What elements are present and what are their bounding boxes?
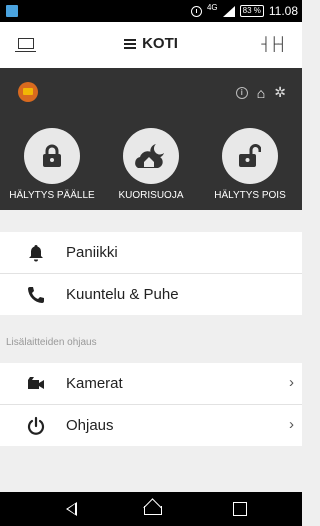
recent-apps-icon[interactable] <box>233 502 247 516</box>
home-nav-base <box>144 506 162 515</box>
battery-indicator: 83 % <box>239 5 264 17</box>
list-item-label: Kuuntelu & Puhe <box>66 286 179 303</box>
camera-icon <box>28 377 44 389</box>
mode-label: KUORISUOJA <box>118 190 184 201</box>
mode-shell-button[interactable]: KUORISUOJA <box>103 128 199 201</box>
mode-disarm-button[interactable]: HÄLYTYS POIS <box>202 128 298 201</box>
list-item-label: Ohjaus <box>66 417 114 434</box>
mode-circle <box>222 128 278 184</box>
list-item-label: Paniikki <box>66 244 118 261</box>
alarm-icon <box>190 5 202 17</box>
network-type: 4G <box>206 2 218 12</box>
mode-label: HÄLYTYS PÄÄLLE <box>9 190 95 201</box>
page-title-text: KOTI <box>142 35 178 52</box>
page-title[interactable]: KOTI <box>0 35 302 52</box>
power-icon <box>27 416 45 435</box>
clock: 11.08 <box>268 4 298 18</box>
section-header: Lisälaitteiden ohjaus <box>6 337 97 348</box>
mode-arm-button[interactable]: HÄLYTYS PÄÄLLE <box>4 128 100 201</box>
menu-icon <box>124 39 137 49</box>
phone-icon <box>28 287 44 303</box>
mode-circle <box>24 128 80 184</box>
bell-icon <box>29 245 43 262</box>
quick-actions-list: Paniikki Kuuntelu & Puhe <box>0 232 302 315</box>
system-nav-bar <box>0 492 302 526</box>
app-bar: KOTI ┤├┤ <box>0 22 302 68</box>
list-item-listen-talk[interactable]: Kuuntelu & Puhe <box>0 274 302 315</box>
lock-closed-icon <box>43 144 61 167</box>
app-notification-icon <box>6 5 18 17</box>
home-night-icon <box>135 144 164 168</box>
status-bar: 4G 83 % 11.08 <box>0 0 302 22</box>
settings-sliders-icon[interactable]: ┤├┤ <box>261 36 287 51</box>
chevron-right-icon: › <box>289 374 294 391</box>
gear-icon[interactable]: ✲ <box>274 84 286 101</box>
mode-label: HÄLYTYS POIS <box>214 190 286 201</box>
list-item-panic[interactable]: Paniikki <box>0 232 302 274</box>
info-icon[interactable]: i <box>235 86 248 99</box>
list-item-cameras[interactable]: Kamerat › <box>0 363 302 405</box>
back-icon[interactable] <box>66 502 77 516</box>
alarm-panel: i ⌂ ✲ HÄLYTYS PÄÄLLE KUORISUOJA HÄLYTYS … <box>0 68 302 210</box>
signal-icon <box>222 5 235 17</box>
logo <box>18 82 38 102</box>
devices-list: Kamerat › Ohjaus › <box>0 363 302 446</box>
list-item-label: Kamerat <box>66 375 123 392</box>
status-icons: 4G 83 % 11.08 <box>190 2 298 19</box>
home-icon[interactable]: ⌂ <box>257 85 265 101</box>
chevron-right-icon: › <box>289 416 294 433</box>
mode-circle <box>123 128 179 184</box>
list-item-control[interactable]: Ohjaus › <box>0 405 302 446</box>
lock-open-icon <box>239 144 261 167</box>
